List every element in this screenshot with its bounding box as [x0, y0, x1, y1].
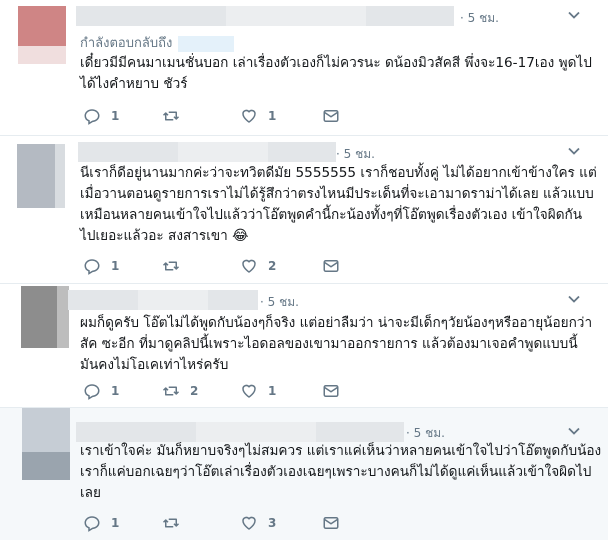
reply-button[interactable]: 1	[83, 256, 119, 276]
chevron-down-icon[interactable]	[567, 424, 581, 438]
replying-to-handle-redacted[interactable]	[178, 35, 235, 52]
reply-icon	[84, 109, 100, 125]
direct-message-button[interactable]	[322, 513, 340, 533]
tweet-4[interactable]: · 5 ชม. เราเข้าใจค่ะ มันก็หยาบจริงๆไม่สม…	[0, 408, 608, 540]
direct-message-button[interactable]	[322, 381, 340, 401]
like-button[interactable]: 1	[240, 381, 276, 401]
timestamp[interactable]: · 5 ชม.	[460, 9, 499, 28]
retweet-button[interactable]: 2	[162, 381, 198, 401]
reply-button[interactable]: 1	[83, 513, 119, 533]
tweet-line: ผมก็ดูครับ โอ๊ตไม่ได้พูดกับน้องๆก็จริง แ…	[80, 315, 593, 331]
direct-message-button[interactable]	[322, 256, 340, 276]
reply-button[interactable]: 1	[83, 106, 119, 126]
reply-count: 1	[111, 516, 120, 530]
heart-icon	[242, 259, 256, 273]
face-with-tears-of-joy-emoji: 😂	[232, 228, 249, 244]
username-redacted[interactable]	[68, 290, 258, 310]
tweet-line: ได้ไงคำหยาบ ชัวร์	[80, 76, 188, 92]
tweet-text: เดี๋ยวมีมีคนมาเมนชั่นบอก เล่าเรื่องตัวเอ…	[80, 53, 592, 95]
tweet-line: มันคงไม่โอเคเท่าไหร่ครับ	[80, 357, 229, 373]
like-button[interactable]: 3	[240, 513, 276, 533]
tweet-line: เหมือนหลายคนเข้าใจไปแล้วว่าโอ๊ตพูดคำนี้ก…	[80, 207, 583, 223]
reply-icon	[84, 259, 100, 275]
avatar[interactable]	[21, 286, 69, 348]
heart-icon	[242, 384, 256, 398]
envelope-icon	[323, 517, 339, 529]
retweet-icon	[162, 386, 180, 396]
like-button[interactable]: 1	[240, 106, 276, 126]
reply-icon	[84, 516, 100, 532]
envelope-icon	[323, 110, 339, 122]
retweet-count: 2	[190, 384, 199, 398]
tweet-line: ไปเยอะแล้วอะ สงสารเขา 😂	[80, 226, 585, 247]
reply-count: 1	[111, 384, 120, 398]
envelope-icon	[323, 260, 339, 272]
avatar[interactable]	[22, 408, 70, 480]
tweet-line: เลย	[80, 485, 101, 501]
tweet-line: เราเข้าใจค่ะ มันก็หยาบจริงๆไม่สมควร แต่เ…	[80, 443, 602, 459]
chevron-down-icon[interactable]	[567, 8, 581, 22]
timestamp[interactable]: · 5 ชม.	[336, 145, 375, 164]
tweet-1[interactable]: · 5 ชม. กำลังตอบกลับถึง เดี๋ยวมีมีคนมาเม…	[0, 0, 608, 136]
tweet-text: ผมก็ดูครับ โอ๊ตไม่ได้พูดกับน้องๆก็จริง แ…	[80, 313, 593, 376]
direct-message-button[interactable]	[322, 106, 340, 126]
replying-to: กำลังตอบกลับถึง	[80, 32, 235, 53]
tweet-2[interactable]: · 5 ชม. นีเราก็ดีอยู่นานมากค่ะว่าจะทวิตด…	[0, 136, 608, 284]
username-redacted[interactable]	[76, 422, 404, 442]
retweet-button[interactable]	[162, 106, 180, 126]
reply-icon	[84, 384, 100, 400]
avatar[interactable]	[17, 144, 65, 208]
tweet-actions: 1 3	[80, 513, 380, 533]
retweet-icon	[162, 261, 180, 271]
reply-button[interactable]: 1	[83, 381, 119, 401]
tweet-actions: 1 2 1	[80, 381, 380, 401]
username-redacted[interactable]	[76, 6, 454, 26]
replying-to-label: กำลังตอบกลับถึง	[80, 36, 173, 51]
retweet-icon	[162, 111, 180, 121]
like-count: 1	[268, 109, 277, 123]
tweet-text: เราเข้าใจค่ะ มันก็หยาบจริงๆไม่สมควร แต่เ…	[80, 441, 602, 504]
reply-count: 1	[111, 109, 120, 123]
chevron-down-icon[interactable]	[567, 144, 581, 158]
tweet-actions: 1 2	[80, 256, 380, 276]
avatar[interactable]	[18, 6, 66, 64]
reply-count: 1	[111, 259, 120, 273]
timestamp[interactable]: · 5 ชม.	[260, 293, 299, 312]
tweet-line: เราก็แค่บอกเฉยๆว่าโอ๊ตเล่าเรื่องตัวเองเฉ…	[80, 464, 592, 480]
tweet-3[interactable]: · 5 ชม. ผมก็ดูครับ โอ๊ตไม่ได้พูดกับน้องๆ…	[0, 284, 608, 408]
tweet-text: นีเราก็ดีอยู่นานมากค่ะว่าจะทวิตดีมัย 555…	[80, 163, 597, 247]
heart-icon	[242, 109, 256, 123]
retweet-button[interactable]	[162, 513, 180, 533]
tweet-actions: 1 1	[80, 106, 380, 126]
retweet-icon	[162, 518, 180, 528]
tweet-line: เมื่อวานตอนดูรายการเราไม่ได้รู้สึกว่าตรง…	[80, 186, 594, 202]
like-count: 2	[268, 259, 277, 273]
tweet-line-text: ไปเยอะแล้วอะ สงสารเขา	[80, 228, 228, 244]
envelope-icon	[323, 385, 339, 397]
username-redacted[interactable]	[78, 142, 336, 162]
tweet-line: นีเราก็ดีอยู่นานมากค่ะว่าจะทวิตดีมัย 555…	[80, 165, 597, 181]
like-count: 1	[268, 384, 277, 398]
heart-icon	[242, 516, 256, 530]
tweet-line: สัค ซะอีก ที่มาดูคลิปนี้เพราะไอดอลของเขา…	[80, 336, 578, 352]
tweet-line: เดี๋ยวมีมีคนมาเมนชั่นบอก เล่าเรื่องตัวเอ…	[80, 55, 592, 71]
like-count: 3	[268, 516, 277, 530]
like-button[interactable]: 2	[240, 256, 276, 276]
chevron-down-icon[interactable]	[567, 292, 581, 306]
retweet-button[interactable]	[162, 256, 180, 276]
